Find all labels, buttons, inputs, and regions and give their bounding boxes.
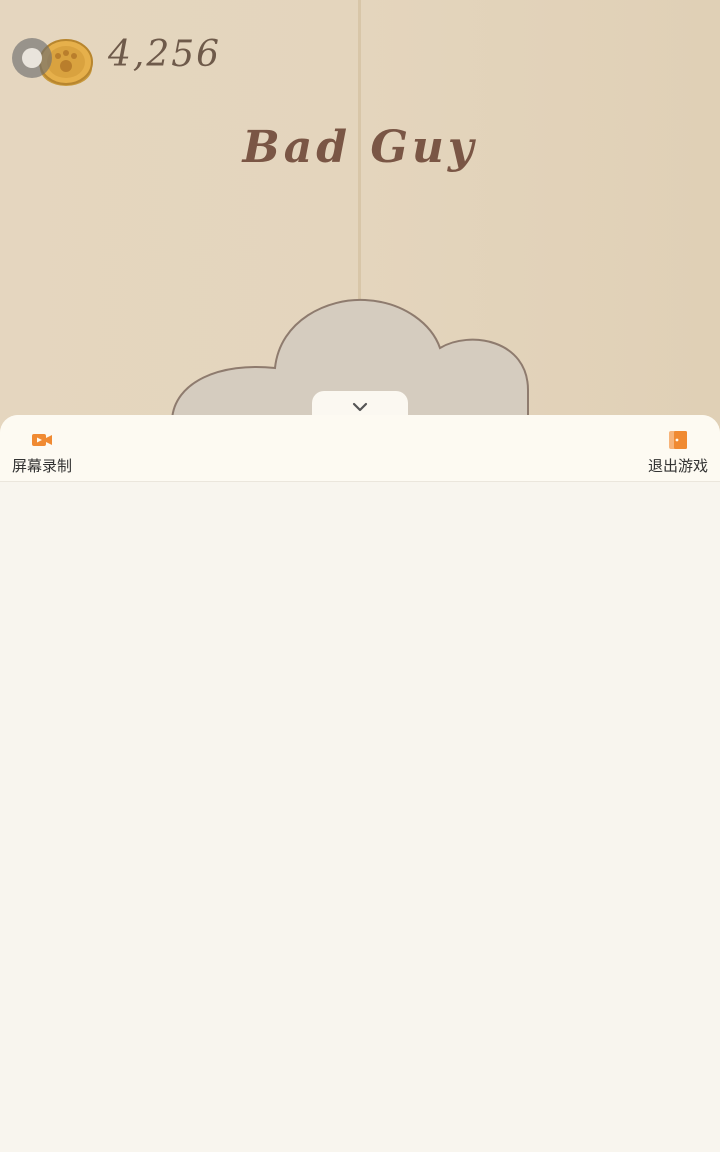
exit-door-icon <box>669 431 687 449</box>
video-camera-icon <box>32 434 52 446</box>
exit-game-label: 退出游戏 <box>647 457 708 475</box>
exit-game-button[interactable]: 退出游戏 <box>638 429 718 477</box>
game-scene: 4,256 Bad Guy <box>0 0 720 440</box>
screen-record-button[interactable]: 屏幕录制 <box>2 429 82 477</box>
bottom-sheet: 屏幕录制 退出游戏 <box>0 415 720 1152</box>
song-title: Bad Guy <box>242 122 478 173</box>
floating-badge-icon[interactable] <box>12 38 52 78</box>
screen-record-label: 屏幕录制 <box>11 457 72 475</box>
menu-toolbar: 屏幕录制 退出游戏 <box>0 415 720 482</box>
chevron-down-icon <box>352 402 368 412</box>
coin-count: 4,256 <box>108 34 222 75</box>
coin-counter: 4,256 <box>10 30 250 90</box>
